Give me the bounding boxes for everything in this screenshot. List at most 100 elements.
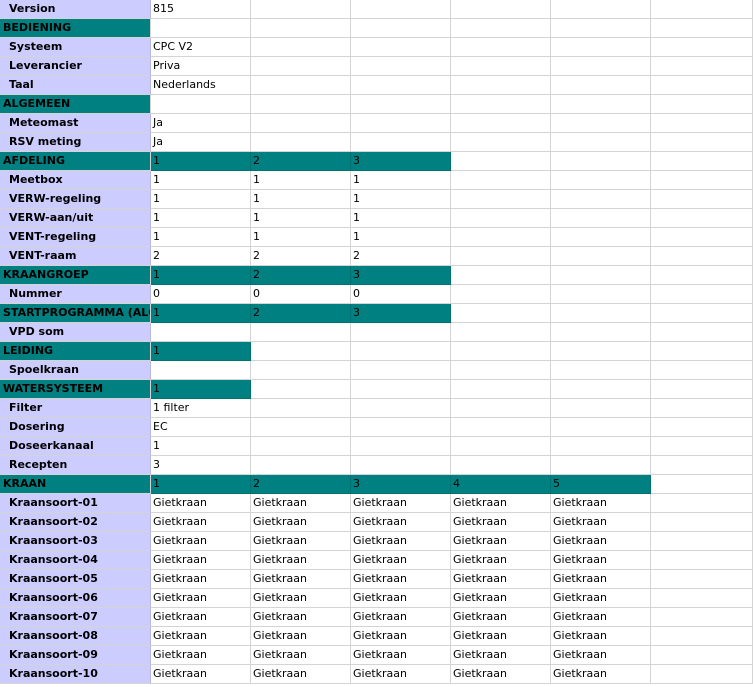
value-cell[interactable]: Gietkraan [451,494,551,513]
value-cell[interactable]: 1 [151,437,251,456]
value-cell[interactable] [451,418,551,437]
value-cell[interactable]: Gietkraan [351,551,451,570]
section-header-cell[interactable]: AFDELING [0,152,151,171]
value-cell[interactable]: Gietkraan [251,665,351,684]
value-cell[interactable] [551,171,651,190]
value-cell[interactable]: 815 [151,0,251,19]
value-cell[interactable] [551,380,651,399]
row-label-cell[interactable]: Kraansoort-03 [0,532,151,551]
value-cell[interactable] [151,95,251,114]
value-cell[interactable] [451,456,551,475]
value-cell[interactable] [651,171,753,190]
value-cell[interactable]: 2 [251,266,351,285]
value-cell[interactable] [551,304,651,323]
row-label-cell[interactable]: Kraansoort-05 [0,570,151,589]
value-cell[interactable] [451,171,551,190]
value-cell[interactable]: 0 [351,285,451,304]
value-cell[interactable] [651,494,753,513]
value-cell[interactable] [451,380,551,399]
value-cell[interactable] [551,228,651,247]
value-cell[interactable]: 2 [351,247,451,266]
row-label-cell[interactable]: Kraansoort-10 [0,665,151,684]
value-cell[interactable]: CPC V2 [151,38,251,57]
value-cell[interactable] [651,285,753,304]
value-cell[interactable] [151,19,251,38]
value-cell[interactable] [451,266,551,285]
value-cell[interactable]: 1 [151,171,251,190]
value-cell[interactable] [651,209,753,228]
value-cell[interactable] [651,646,753,665]
value-cell[interactable] [251,437,351,456]
value-cell[interactable]: Gietkraan [351,532,451,551]
row-label-cell[interactable]: Meetbox [0,171,151,190]
value-cell[interactable] [551,266,651,285]
row-label-cell[interactable]: VERW-aan/uit [0,209,151,228]
value-cell[interactable]: Gietkraan [451,551,551,570]
value-cell[interactable] [651,323,753,342]
value-cell[interactable]: Gietkraan [351,646,451,665]
value-cell[interactable] [251,19,351,38]
value-cell[interactable] [451,228,551,247]
value-cell[interactable] [651,152,753,171]
value-cell[interactable] [551,285,651,304]
value-cell[interactable]: Gietkraan [551,494,651,513]
value-cell[interactable] [551,38,651,57]
value-cell[interactable]: 1 [151,266,251,285]
row-label-cell[interactable]: Filter [0,399,151,418]
value-cell[interactable]: 1 [251,190,351,209]
value-cell[interactable]: Gietkraan [451,589,551,608]
section-header-cell[interactable]: STARTPROGRAMMA (ALGE [0,304,151,323]
value-cell[interactable]: Gietkraan [351,627,451,646]
value-cell[interactable]: 1 [351,228,451,247]
value-cell[interactable] [351,380,451,399]
value-cell[interactable]: 4 [451,475,551,494]
value-cell[interactable] [351,19,451,38]
value-cell[interactable] [551,209,651,228]
value-cell[interactable] [451,342,551,361]
value-cell[interactable] [451,323,551,342]
value-cell[interactable]: 5 [551,475,651,494]
value-cell[interactable] [251,456,351,475]
value-cell[interactable] [651,190,753,209]
value-cell[interactable] [651,513,753,532]
value-cell[interactable] [551,361,651,380]
value-cell[interactable]: Gietkraan [151,513,251,532]
value-cell[interactable] [451,361,551,380]
value-cell[interactable]: Gietkraan [351,494,451,513]
value-cell[interactable]: Gietkraan [551,513,651,532]
value-cell[interactable] [351,0,451,19]
value-cell[interactable] [551,152,651,171]
value-cell[interactable] [651,608,753,627]
value-cell[interactable]: Gietkraan [451,665,551,684]
value-cell[interactable]: Gietkraan [251,570,351,589]
section-header-cell[interactable]: ALGEMEEN [0,95,151,114]
value-cell[interactable] [651,665,753,684]
section-header-cell[interactable]: KRAAN [0,475,151,494]
value-cell[interactable] [651,38,753,57]
value-cell[interactable]: Gietkraan [351,589,451,608]
value-cell[interactable] [651,114,753,133]
value-cell[interactable] [651,304,753,323]
value-cell[interactable]: Gietkraan [251,494,351,513]
value-cell[interactable] [451,285,551,304]
value-cell[interactable] [451,152,551,171]
value-cell[interactable] [551,95,651,114]
value-cell[interactable] [651,19,753,38]
value-cell[interactable]: Gietkraan [251,532,351,551]
value-cell[interactable] [451,190,551,209]
value-cell[interactable] [251,133,351,152]
value-cell[interactable]: 1 [151,209,251,228]
value-cell[interactable] [551,456,651,475]
value-cell[interactable]: 1 [351,209,451,228]
value-cell[interactable]: 1 [151,152,251,171]
value-cell[interactable] [451,247,551,266]
value-cell[interactable] [351,342,451,361]
value-cell[interactable] [651,570,753,589]
value-cell[interactable] [651,475,753,494]
value-cell[interactable]: 2 [251,247,351,266]
value-cell[interactable]: 1 [351,190,451,209]
value-cell[interactable]: Gietkraan [151,532,251,551]
value-cell[interactable]: Gietkraan [151,627,251,646]
value-cell[interactable] [551,57,651,76]
value-cell[interactable] [651,133,753,152]
